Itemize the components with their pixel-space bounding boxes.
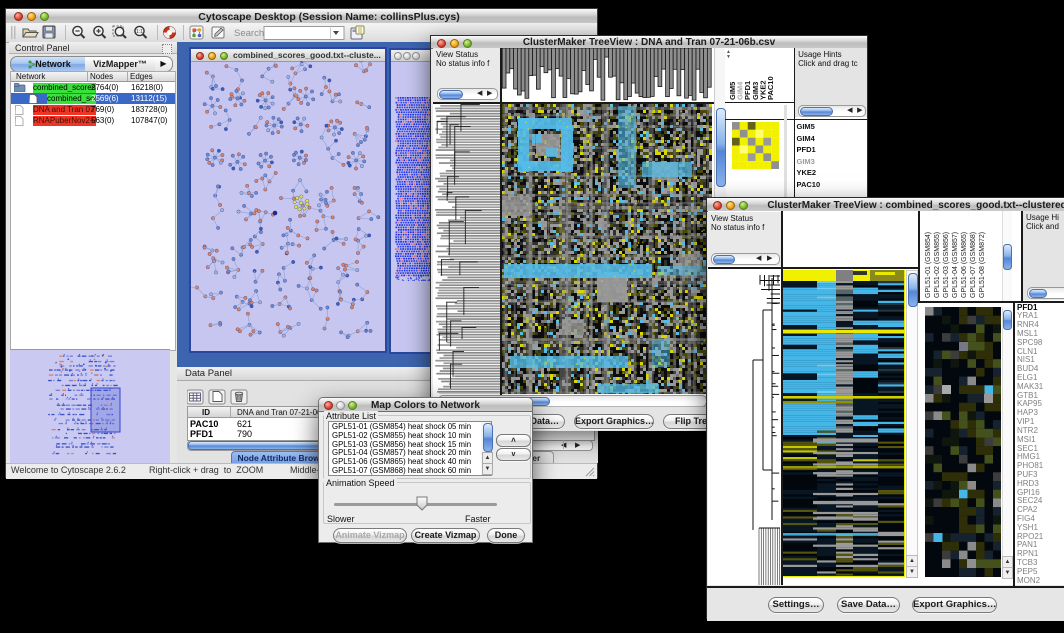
svg-text:1:1: 1:1 bbox=[136, 29, 143, 35]
svg-text:Search:: Search: bbox=[234, 28, 267, 39]
